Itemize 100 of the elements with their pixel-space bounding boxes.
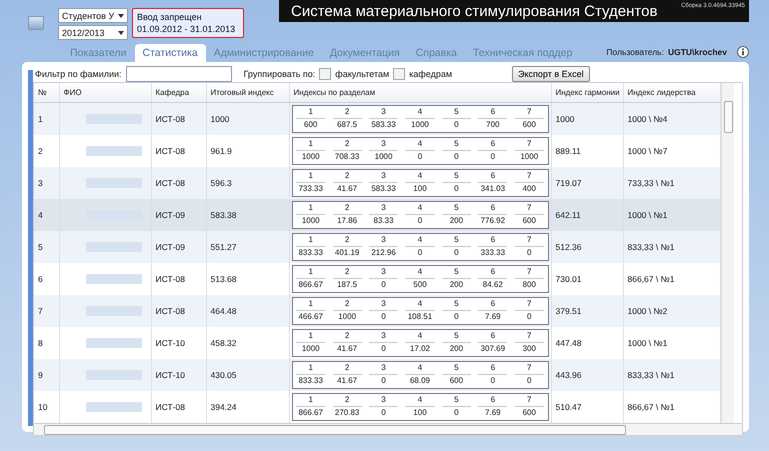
- info-icon[interactable]: [737, 46, 749, 58]
- section-value: 17.86: [337, 215, 358, 227]
- tab[interactable]: Статистика: [134, 44, 206, 62]
- section-number: 5: [442, 266, 471, 279]
- table-cell: 733,33 \ №1: [623, 167, 720, 199]
- section-number: 2: [332, 106, 362, 119]
- column-header[interactable]: Кафедра: [151, 83, 206, 102]
- dropdown[interactable]: Студентов У: [58, 8, 128, 23]
- section-number: 3: [368, 362, 398, 375]
- section-number: 6: [478, 298, 508, 311]
- section-value: 0: [381, 375, 386, 387]
- column-header[interactable]: Индекс лидерства: [623, 83, 720, 102]
- table-cell: ИСТ-10: [151, 327, 206, 359]
- section-value: 84.62: [482, 279, 503, 291]
- section-value: 300: [522, 343, 536, 355]
- section-number: 4: [405, 298, 435, 311]
- section-value: 800: [522, 279, 536, 291]
- checkbox-label: факультетам: [335, 69, 390, 79]
- table-cell: 7: [34, 295, 59, 327]
- section-value: 600: [522, 407, 536, 419]
- table-cell: 551.27: [206, 231, 289, 263]
- section-number: 2: [332, 202, 362, 215]
- section-value: 0: [527, 247, 532, 259]
- section-number: 6: [478, 266, 508, 279]
- redacted-name-block: [86, 146, 142, 156]
- column-header[interactable]: Итоговый индекс: [206, 83, 289, 102]
- section-value: 400: [522, 183, 536, 195]
- section-number: 3: [368, 170, 398, 183]
- section-value: 1000: [302, 215, 320, 227]
- table-cell: 642.11: [551, 199, 623, 231]
- section-value: 733.33: [298, 183, 323, 195]
- section-number: 6: [478, 234, 508, 247]
- section-value: 600: [450, 375, 464, 387]
- section-value: 700: [486, 119, 500, 131]
- caret-icon: [118, 14, 124, 18]
- section-value: 1000: [302, 343, 320, 355]
- section-value: 708.33: [334, 151, 360, 163]
- section-value: 1000: [338, 311, 356, 323]
- horizontal-scrollbar[interactable]: [34, 423, 742, 435]
- section-value: 200: [450, 343, 464, 355]
- section-value: 17.02: [410, 343, 430, 355]
- section-number: 2: [332, 298, 362, 311]
- section-number: 7: [514, 170, 544, 183]
- section-value: 0: [527, 311, 532, 323]
- column-header[interactable]: Индексы по разделам: [289, 83, 551, 102]
- section-value: 108.51: [408, 311, 432, 323]
- column-header[interactable]: ФИО: [59, 83, 151, 102]
- section-number: 7: [514, 106, 544, 119]
- section-value: 1000: [411, 119, 429, 131]
- column-header[interactable]: №: [34, 83, 59, 102]
- redacted-name-block: [86, 306, 142, 316]
- section-number: 4: [405, 266, 435, 279]
- column-header[interactable]: Индекс гармонии: [551, 83, 623, 102]
- table-cell: 4: [34, 199, 59, 231]
- section-number: 7: [514, 138, 544, 151]
- section-value: 833.33: [298, 375, 323, 387]
- table-cell: 1: [34, 102, 59, 135]
- table-cell: 583.38: [206, 199, 289, 231]
- section-number: 7: [514, 234, 544, 247]
- section-value: 7.69: [485, 311, 501, 323]
- table-cell: 513.68: [206, 263, 289, 295]
- section-value: 0: [418, 247, 422, 259]
- table-cell: 512.36: [551, 231, 623, 263]
- section-value: 200: [450, 279, 464, 291]
- export-button[interactable]: Экспорт в Excel: [512, 66, 590, 82]
- dropdown[interactable]: 2012/2013: [58, 25, 128, 40]
- section-value: 41.67: [337, 183, 358, 195]
- group-label: Группировать по:: [244, 69, 316, 79]
- section-value: 583.33: [371, 119, 396, 131]
- table-cell: 866,67 \ №1: [623, 391, 720, 423]
- table-cell: 3: [34, 167, 59, 199]
- table-cell: 443.96: [551, 359, 623, 391]
- checkbox-label: кафедрам: [409, 69, 452, 79]
- section-value: 1000: [302, 151, 320, 163]
- section-number: 5: [442, 170, 471, 183]
- section-value: 270.83: [334, 407, 360, 419]
- section-value: 1000: [520, 151, 538, 163]
- table-cell: ИСТ-08: [151, 167, 206, 199]
- table-cell: 379.51: [551, 295, 623, 327]
- filter-field[interactable]: [126, 66, 232, 82]
- app-icon[interactable]: [28, 16, 44, 30]
- section-number: 3: [368, 394, 398, 407]
- section-value: 333.33: [480, 247, 506, 259]
- caret-icon: [118, 30, 124, 34]
- section-value: 212.96: [371, 247, 396, 259]
- checkbox[interactable]: [319, 68, 332, 80]
- section-value: 600: [522, 215, 536, 227]
- table-cell: ИСТ-09: [151, 199, 206, 231]
- table-cell: ИСТ-08: [151, 135, 206, 167]
- table-cell: 1000 \ №1: [623, 327, 720, 359]
- section-number: 2: [332, 266, 362, 279]
- section-number: 4: [405, 106, 435, 119]
- section-number: 3: [368, 330, 398, 343]
- table-cell: 6: [34, 263, 59, 295]
- section-number: 5: [442, 106, 471, 119]
- user-label: Пользователь:: [606, 47, 664, 57]
- checkbox[interactable]: [393, 68, 406, 80]
- vertical-scrollbar[interactable]: [720, 83, 734, 423]
- table-cell: 1000 \ №2: [623, 295, 720, 327]
- section-number: 6: [478, 106, 508, 119]
